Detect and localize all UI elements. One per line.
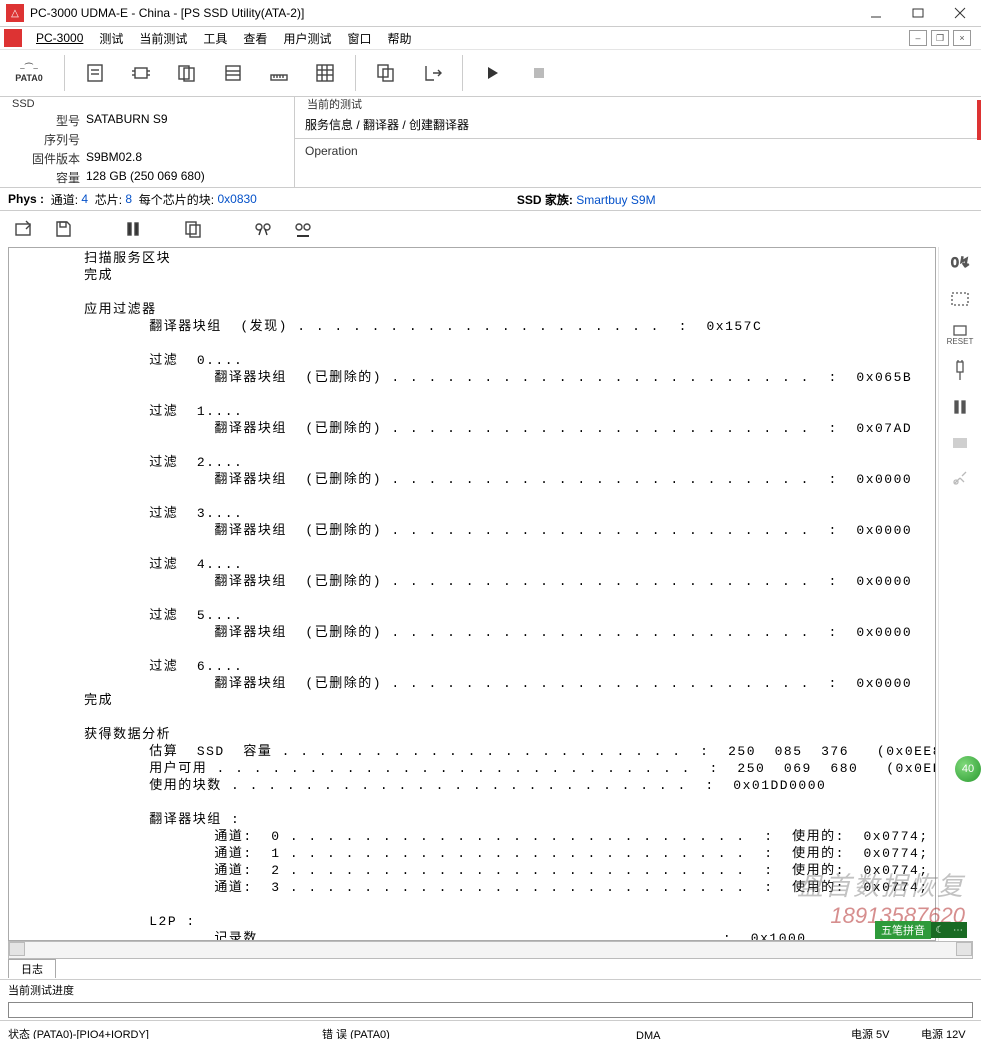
group-ssd: SSD	[8, 98, 39, 110]
blk-value: 0x0830	[217, 192, 256, 206]
tool-pages-icon[interactable]	[171, 57, 203, 89]
power12-title: 电源 12V	[921, 1026, 973, 1039]
minimize-button[interactable]	[855, 0, 897, 26]
menu-current-test[interactable]: 当前测试	[131, 30, 195, 47]
maximize-button[interactable]	[897, 0, 939, 26]
blk-label: 每个芯片的块:	[139, 191, 214, 208]
copy2-icon[interactable]	[178, 214, 208, 244]
cap-value: 128 GB (250 069 680)	[86, 169, 205, 186]
menu-help[interactable]: 帮助	[379, 30, 419, 47]
tool-doc-icon[interactable]	[79, 57, 111, 89]
log-output[interactable]: 扫描服务区块 完成 应用过滤器 翻译器块组 (发现) . . . . . . .…	[8, 247, 936, 941]
menu-test[interactable]: 测试	[91, 30, 131, 47]
status-err-title: 错 误 (PATA0)	[322, 1026, 608, 1039]
tab-log[interactable]: 日志	[8, 959, 56, 978]
save-file-icon[interactable]	[48, 214, 78, 244]
tool-exit-icon[interactable]	[416, 57, 448, 89]
group-current-test: 当前的测试	[303, 99, 366, 111]
status-dma-title: DMA	[636, 1030, 670, 1039]
right-edge-marker	[977, 100, 981, 140]
chip-value: 8	[125, 192, 132, 206]
menu-window[interactable]: 窗口	[339, 30, 379, 47]
horizontal-scrollbar[interactable]	[8, 941, 973, 959]
model-label: 型号	[10, 112, 86, 129]
find-icon[interactable]	[248, 214, 278, 244]
operation-label: Operation	[295, 141, 981, 161]
open-file-icon[interactable]	[8, 214, 38, 244]
tool-chip-icon[interactable]	[125, 57, 157, 89]
mdi-restore[interactable]: ❐	[931, 30, 949, 46]
menu-app-icon	[4, 29, 22, 47]
chip-label: 芯片:	[95, 191, 122, 208]
ch-value: 4	[81, 192, 88, 206]
side-chip2-icon[interactable]	[946, 431, 974, 455]
mdi-close[interactable]: ×	[953, 30, 971, 46]
ch-label: 通道:	[51, 191, 78, 208]
model-value: SATABURN S9	[86, 112, 168, 129]
serial-label: 序列号	[10, 131, 86, 148]
mdi-minimize[interactable]: –	[909, 30, 927, 46]
fw-label: 固件版本	[10, 150, 86, 167]
play-button[interactable]	[477, 57, 509, 89]
stop-button[interactable]	[523, 57, 555, 89]
menu-view[interactable]: 查看	[235, 30, 275, 47]
tool-grid-icon[interactable]	[309, 57, 341, 89]
close-button[interactable]	[939, 0, 981, 26]
phys-label: Phys :	[8, 192, 44, 206]
tool-copy-icon[interactable]	[370, 57, 402, 89]
side-pause-icon[interactable]	[946, 395, 974, 419]
side-plug-icon[interactable]	[946, 359, 974, 383]
menu-pc3000[interactable]: PC-3000	[28, 31, 91, 45]
progress-bar	[8, 1002, 973, 1018]
side-power-icon[interactable]: 0↯	[946, 251, 974, 275]
side-settings-icon[interactable]	[946, 467, 974, 491]
tool-ruler-icon[interactable]	[263, 57, 295, 89]
side-chip-icon[interactable]	[946, 287, 974, 311]
status-pata-title: 状态 (PATA0)-[PIO4+IORDY]	[8, 1026, 294, 1039]
window-title: PC-3000 UDMA-E - China - [PS SSD Utility…	[30, 6, 855, 20]
menu-user-test[interactable]: 用户测试	[275, 30, 339, 47]
ime-indicator[interactable]: 五笔拼音☾⋯	[875, 921, 967, 939]
progress-label: 当前测试进度	[0, 979, 981, 1000]
pata0-button[interactable]: ⎯⏜⎯PATA0	[8, 57, 50, 89]
fw-value: S9BM02.8	[86, 150, 142, 167]
tool-list-icon[interactable]	[217, 57, 249, 89]
fam-label: SSD 家族:	[517, 193, 573, 207]
cap-label: 容量	[10, 169, 86, 186]
side-reset-icon[interactable]: RESET	[946, 323, 974, 347]
app-icon: △	[6, 4, 24, 22]
power5-title: 电源 5V	[851, 1026, 903, 1039]
find-next-icon[interactable]	[288, 214, 318, 244]
fam-value: Smartbuy S9M	[576, 193, 655, 207]
svg-text:0↯: 0↯	[951, 254, 971, 270]
menu-tools[interactable]: 工具	[195, 30, 235, 47]
breadcrumb: 服务信息 / 翻译器 / 创建翻译器	[295, 113, 981, 136]
badge-40: 40	[955, 756, 981, 782]
pause-icon[interactable]	[118, 214, 148, 244]
